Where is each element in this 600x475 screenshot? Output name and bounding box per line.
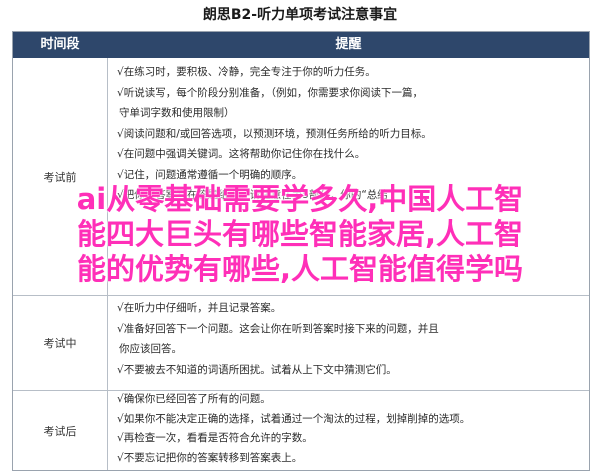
section-label-during: 考试中 xyxy=(43,337,77,350)
tip-item: √不要忘记把你的答案转移到答案表上。 xyxy=(117,451,303,464)
page-title: 朗思B2-听力单项考试注意事宜 xyxy=(202,7,398,23)
tip-item-continued: 守单词字数和使用限制） xyxy=(119,107,235,119)
table-header: 时间段 提醒 xyxy=(13,32,589,58)
tip-item: √不要被去不知道的词语所困扰。试着从上下文中猜测它们。 xyxy=(117,363,397,376)
tip-item: √如果你不能决定正确的选择，试着通过一个淘汰的过程，划掉削掉的选项。 xyxy=(117,412,471,425)
section-label-before: 考试前 xyxy=(43,170,77,184)
tip-item: √记住，问题通常遵循一个明确的顺序。 xyxy=(117,168,303,181)
tip-item: √准备好回答下一个问题。这会让你在听到答案时接下来的问题，并且 xyxy=(117,322,439,335)
section-body-before: √在练习时，要积极、冷静，完全专注于你的听力任务。 √听说读写，每个阶段分别准备… xyxy=(117,62,585,206)
tip-item: √在听力中仔细听，并且记录答案。 xyxy=(117,302,282,314)
tip-item: √阅读问题和/或回答选项，以预测环境，预测任务所给的听力目标。 xyxy=(117,127,432,140)
tip-item: √把你的答案写在答题纸上。请注意在第5部分，你的“总结 xyxy=(117,189,388,201)
tip-item: √再检查一次，看看是否符合允许的字数。 xyxy=(117,432,313,444)
tip-item: √听说读写，每个阶段分别准备，（例如，你需要求你阅读下一篇， xyxy=(117,86,423,99)
section-during-exam: 考试中 √在听力中仔细听，并且记录答案。 √准备好回答下一个问题。这会让你在听到… xyxy=(13,296,589,391)
section-after-exam: 考试后 √确保你已经回答了所有的问题。 √如果你不能决定正确的选择，试着通过一个… xyxy=(13,391,589,470)
section-before-exam: 考试前 √在练习时，要积极、冷静，完全专注于你的听力任务。 √听说读写，每个阶段… xyxy=(13,58,589,296)
section-body-after: √确保你已经回答了所有的问题。 √如果你不能决定正确的选择，试着通过一个淘汰的过… xyxy=(117,390,585,468)
tip-item: √在练习时，要积极、冷静，完全专注于你的听力任务。 xyxy=(117,66,376,78)
tip-item-continued: 你应该回答。 xyxy=(119,343,182,355)
tips-table: 时间段 提醒 考试前 √在练习时，要积极、冷静，完全专注于你的听力任务。 √听说… xyxy=(12,31,590,471)
tip-item: √确保你已经回答了所有的问题。 xyxy=(117,393,271,405)
section-label-after: 考试后 xyxy=(43,424,77,438)
section-body-during: √在听力中仔细听，并且记录答案。 √准备好回答下一个问题。这会让你在听到答案时接… xyxy=(117,298,585,380)
header-period: 时间段 xyxy=(40,37,80,52)
tip-item: √在问题中强调关键词。这将帮助你记住你在找什么。 xyxy=(117,148,366,160)
header-tips: 提醒 xyxy=(335,37,362,52)
